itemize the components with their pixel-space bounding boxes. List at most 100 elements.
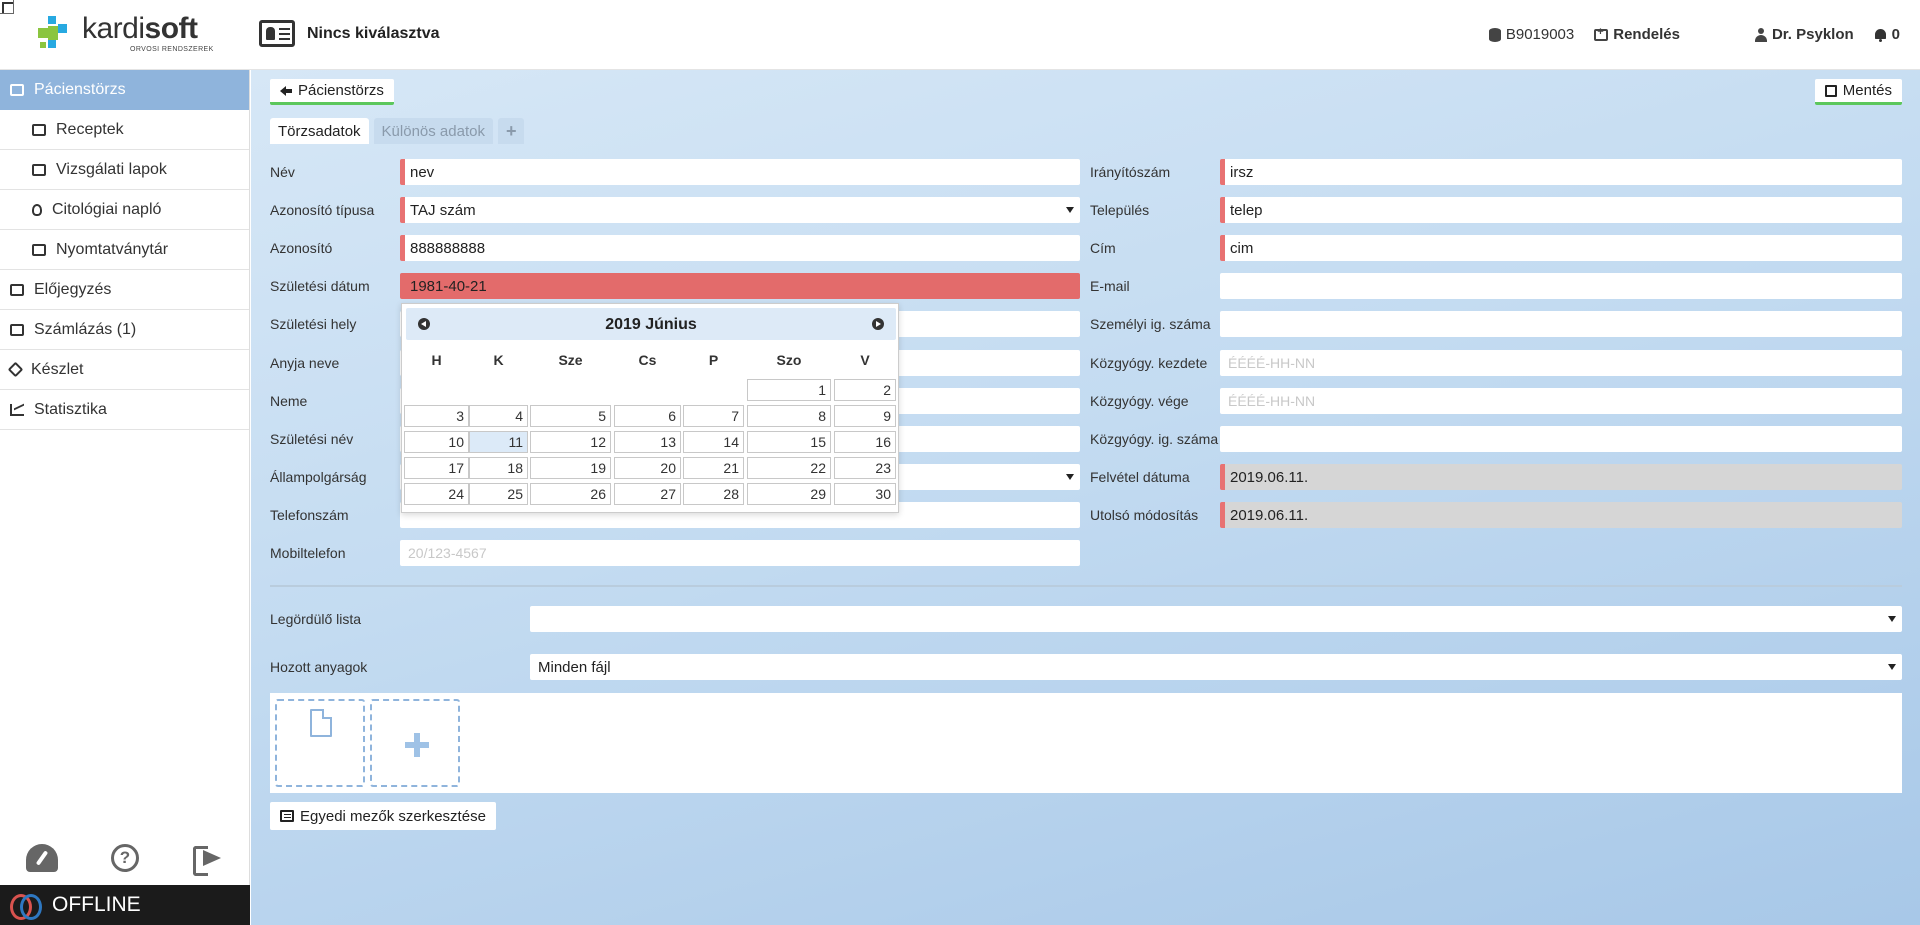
sidebar-item-cytology-log[interactable]: Citológiai napló [0, 190, 249, 230]
calendar-day[interactable]: 17 [404, 457, 469, 479]
sidebar-item-prescriptions[interactable]: Receptek [0, 110, 249, 150]
zip-input[interactable]: irsz [1220, 159, 1902, 185]
sidebar-item-exam-sheets[interactable]: Vizsgálati lapok [0, 150, 249, 190]
address-input[interactable]: cim [1220, 235, 1902, 261]
patient-selection-label: Nincs kiválasztva [307, 24, 440, 42]
datepicker-header: 2019 Június [406, 308, 896, 340]
calendar-day[interactable]: 13 [614, 431, 681, 453]
calendar-day[interactable]: 10 [404, 431, 469, 453]
add-tab-button[interactable]: + [497, 118, 525, 144]
list-alt-icon [280, 810, 294, 822]
connection-status: OFFLINE [0, 885, 250, 925]
mobile-input[interactable]: 20/123-4567 [400, 540, 1080, 566]
logo[interactable]: kardisoft ORVOSI RENDSZEREK [38, 12, 218, 58]
save-button[interactable]: Mentés [1814, 79, 1902, 105]
help-button[interactable]: ? [109, 843, 141, 873]
calendar-day[interactable]: 24 [404, 483, 469, 505]
pubcare-start-input[interactable]: ÉÉÉÉ-HH-NN [1220, 350, 1902, 376]
city-input[interactable]: telep [1220, 197, 1902, 223]
calendar-day[interactable]: 25 [469, 483, 528, 505]
calendar-day[interactable]: 4 [469, 405, 528, 427]
last-modified-label: Utolsó módosítás [1090, 507, 1199, 523]
add-file-button[interactable] [370, 699, 460, 787]
file-card[interactable] [275, 699, 365, 787]
calendar-day[interactable]: 16 [834, 431, 896, 453]
calendar-day[interactable]: 29 [747, 483, 831, 505]
weekday-header: H [431, 352, 442, 368]
mobile-placeholder: 20/123-4567 [408, 545, 487, 561]
file-icon [310, 709, 332, 737]
arrow-left-icon [280, 85, 292, 96]
admission-date-label: Felvétel dátuma [1090, 469, 1190, 485]
logo-subtitle: ORVOSI RENDSZEREK [130, 46, 214, 53]
name-input[interactable]: nev [400, 159, 1080, 185]
weekday-header: Cs [638, 352, 657, 368]
sidebar-footer: ? [0, 830, 250, 885]
pubcare-id-input[interactable] [1220, 426, 1902, 452]
weekday-header: K [493, 352, 504, 368]
dob-input[interactable]: 1981-40-21 [400, 273, 1080, 299]
calendar-day[interactable]: 12 [530, 431, 611, 453]
user-menu[interactable]: Dr. Psyklon [1754, 26, 1854, 43]
sidebar-item-forms[interactable]: Nyomtatványtár [0, 230, 249, 270]
calendar-day[interactable]: 15 [747, 431, 831, 453]
brought-materials-select[interactable]: Minden fájl [530, 654, 1902, 680]
pob-label: Születési hely [270, 316, 357, 332]
main-content: Pácienstörzs Mentés Törzsadatok Különös … [251, 70, 1920, 925]
calendar-day[interactable]: 14 [683, 431, 744, 453]
calendar-day[interactable]: 27 [614, 483, 681, 505]
pubcare-end-input[interactable]: ÉÉÉÉ-HH-NN [1220, 388, 1902, 414]
calendar-day[interactable]: 19 [530, 457, 611, 479]
calendar-day[interactable]: 3 [404, 405, 469, 427]
calendar-day[interactable]: 11 [469, 431, 528, 453]
calendar-day[interactable]: 1 [747, 379, 831, 401]
clinic-selector[interactable]: Rendelés [1594, 26, 1680, 43]
calendar-day[interactable]: 23 [834, 457, 896, 479]
station-indicator[interactable]: B9019003 [1488, 26, 1574, 43]
personal-id-input[interactable] [1220, 311, 1902, 337]
patient-selector[interactable]: Nincs kiválasztva [259, 20, 440, 47]
calendar-day[interactable]: 26 [530, 483, 611, 505]
tab-master-data[interactable]: Törzsadatok [270, 118, 369, 144]
edit-custom-fields-button[interactable]: Egyedi mezők szerkesztése [270, 802, 496, 830]
id-label: Azonosító [270, 240, 333, 256]
dropdown-list-select[interactable] [530, 606, 1902, 632]
calendar-day[interactable]: 30 [834, 483, 896, 505]
calendar-day[interactable]: 9 [834, 405, 896, 427]
admission-date-field: 2019.06.11. [1220, 464, 1902, 490]
notifications-button[interactable]: 0 [1874, 26, 1900, 43]
caret-down-icon [1066, 207, 1074, 213]
id-type-select[interactable]: TAJ szám [400, 197, 1080, 223]
sidebar-item-statistics[interactable]: Statisztika [0, 390, 249, 430]
email-label: E-mail [1090, 278, 1130, 294]
calendar-day[interactable]: 8 [747, 405, 831, 427]
email-input[interactable] [1220, 273, 1902, 299]
next-month-icon[interactable] [872, 318, 884, 330]
pubcare-id-label: Közgyógy. ig. száma [1090, 431, 1219, 447]
dropdown-list-label: Legördülő lista [270, 611, 362, 627]
top-bar: kardisoft ORVOSI RENDSZEREK Nincs kivála… [0, 0, 1920, 70]
back-to-patients-button[interactable]: Pácienstörzs [270, 79, 394, 105]
id-input[interactable]: 888888888 [400, 235, 1080, 261]
sidebar-item-inventory[interactable]: Készlet [0, 350, 249, 390]
tab-special-data[interactable]: Különös adatok [373, 118, 493, 144]
bell-icon [1874, 28, 1887, 42]
datepicker-popup: 2019 Június H K Sze Cs P Szo V 1 2 3 4 5 6 7 8 9 10 11 12 1… [401, 303, 899, 513]
calendar-day[interactable]: 6 [614, 405, 681, 427]
calendar-day[interactable]: 18 [469, 457, 528, 479]
calendar-day[interactable]: 21 [683, 457, 744, 479]
window-corner-icon[interactable] [0, 0, 14, 14]
calendar-day[interactable]: 22 [747, 457, 831, 479]
dashboard-button[interactable] [25, 843, 58, 873]
sidebar-item-appointments[interactable]: Előjegyzés [0, 270, 249, 310]
calendar-day[interactable]: 5 [530, 405, 611, 427]
sidebar-item-billing[interactable]: Számlázás (1) [0, 310, 249, 350]
weekday-header: V [860, 352, 870, 368]
calendar-day[interactable]: 2 [834, 379, 896, 401]
sidebar: Pácienstörzs Receptek Vizsgálati lapok C… [0, 70, 250, 925]
sidebar-item-patients[interactable]: Pácienstörzs [0, 70, 249, 110]
logout-button[interactable] [192, 843, 224, 876]
calendar-day[interactable]: 28 [683, 483, 744, 505]
calendar-day[interactable]: 20 [614, 457, 681, 479]
calendar-day[interactable]: 7 [683, 405, 744, 427]
